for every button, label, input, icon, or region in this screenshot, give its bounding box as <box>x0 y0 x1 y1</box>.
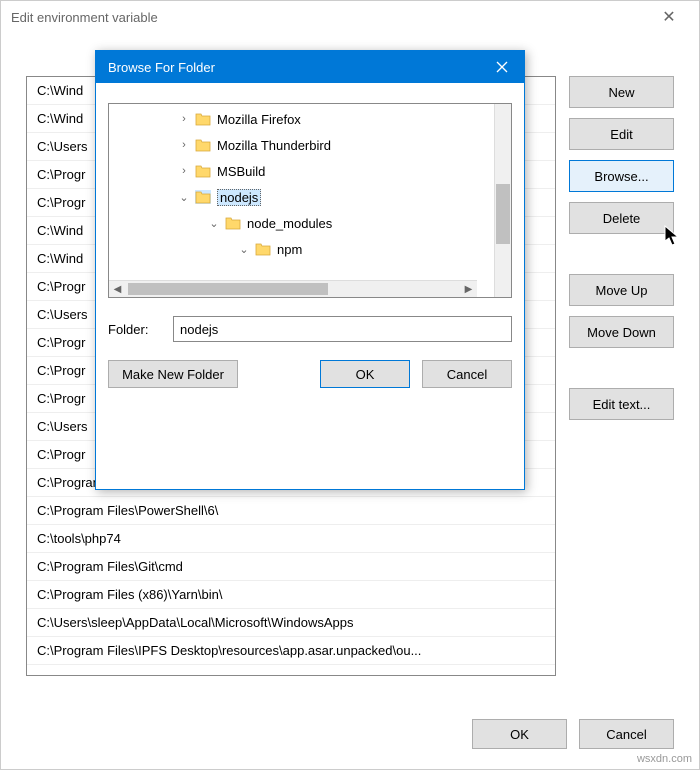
scroll-right-icon[interactable]: ▶ <box>460 284 477 295</box>
close-icon[interactable]: ✕ <box>649 7 689 27</box>
chevron-right-icon[interactable]: › <box>177 113 191 125</box>
main-cancel-button[interactable]: Cancel <box>579 719 674 749</box>
folder-icon <box>225 216 241 230</box>
folder-icon <box>195 112 211 126</box>
tree-item[interactable]: ⌄ node_modules <box>109 210 494 236</box>
folder-label: Folder: <box>108 322 163 337</box>
tree-item-label: npm <box>277 242 302 257</box>
tree-item[interactable]: › MSBuild <box>109 158 494 184</box>
vertical-scrollbar[interactable] <box>494 104 511 297</box>
list-item[interactable]: C:\Program Files\IPFS Desktop\resources\… <box>27 637 555 665</box>
chevron-down-icon[interactable]: ⌄ <box>237 243 251 256</box>
chevron-down-icon[interactable]: ⌄ <box>177 191 191 204</box>
tree-item-label: Mozilla Thunderbird <box>217 138 331 153</box>
scroll-left-icon[interactable]: ◀ <box>109 284 126 295</box>
folder-input[interactable] <box>173 316 512 342</box>
folder-icon <box>195 164 211 178</box>
h-scroll-thumb[interactable] <box>128 283 328 295</box>
folder-icon <box>195 138 211 152</box>
tree-item[interactable]: ⌄ nodejs <box>109 184 494 210</box>
list-item[interactable]: C:\tools\php74 <box>27 525 555 553</box>
folder-tree[interactable]: › Mozilla Firefox › Mozilla Thunderbird › MSB… <box>108 103 512 298</box>
list-item[interactable]: C:\Program Files\PowerShell\6\ <box>27 497 555 525</box>
list-item[interactable]: C:\Program Files\Git\cmd <box>27 553 555 581</box>
tree-item-label: Mozilla Firefox <box>217 112 301 127</box>
main-ok-button[interactable]: OK <box>472 719 567 749</box>
watermark: wsxdn.com <box>637 753 692 765</box>
browse-button[interactable]: Browse... <box>569 160 674 192</box>
list-item[interactable]: C:\Users\sleep\AppData\Local\Microsoft\W… <box>27 609 555 637</box>
close-icon[interactable] <box>479 51 524 83</box>
folder-icon <box>255 242 271 256</box>
horizontal-scrollbar[interactable]: ◀ ▶ <box>109 280 477 297</box>
make-new-folder-button[interactable]: Make New Folder <box>108 360 238 388</box>
new-button[interactable]: New <box>569 76 674 108</box>
delete-button[interactable]: Delete <box>569 202 674 234</box>
tree-item-label: MSBuild <box>217 164 265 179</box>
chevron-down-icon[interactable]: ⌄ <box>207 217 221 230</box>
browse-title: Browse For Folder <box>108 60 479 75</box>
browse-ok-button[interactable]: OK <box>320 360 410 388</box>
browse-for-folder-dialog: Browse For Folder › Mozilla Firefox › Mozil… <box>95 50 525 490</box>
edit-text-button[interactable]: Edit text... <box>569 388 674 420</box>
move-down-button[interactable]: Move Down <box>569 316 674 348</box>
edit-button[interactable]: Edit <box>569 118 674 150</box>
chevron-right-icon[interactable]: › <box>177 139 191 151</box>
folder-icon <box>195 190 211 204</box>
tree-item-label: nodejs <box>217 189 261 206</box>
chevron-right-icon[interactable]: › <box>177 165 191 177</box>
tree-item-label: node_modules <box>247 216 332 231</box>
side-button-column: New Edit Browse... Delete Move Up Move D… <box>569 76 674 430</box>
tree-item[interactable]: › Mozilla Thunderbird <box>109 132 494 158</box>
browse-titlebar[interactable]: Browse For Folder <box>96 51 524 83</box>
tree-item[interactable]: ⌄ npm <box>109 236 494 262</box>
list-item[interactable]: C:\Program Files (x86)\Yarn\bin\ <box>27 581 555 609</box>
v-scroll-thumb[interactable] <box>496 184 510 244</box>
browse-cancel-button[interactable]: Cancel <box>422 360 512 388</box>
main-titlebar: Edit environment variable ✕ <box>1 1 699 33</box>
move-up-button[interactable]: Move Up <box>569 274 674 306</box>
main-action-bar: OK Cancel <box>472 719 674 749</box>
tree-item[interactable]: › Mozilla Firefox <box>109 106 494 132</box>
main-title: Edit environment variable <box>11 10 649 25</box>
